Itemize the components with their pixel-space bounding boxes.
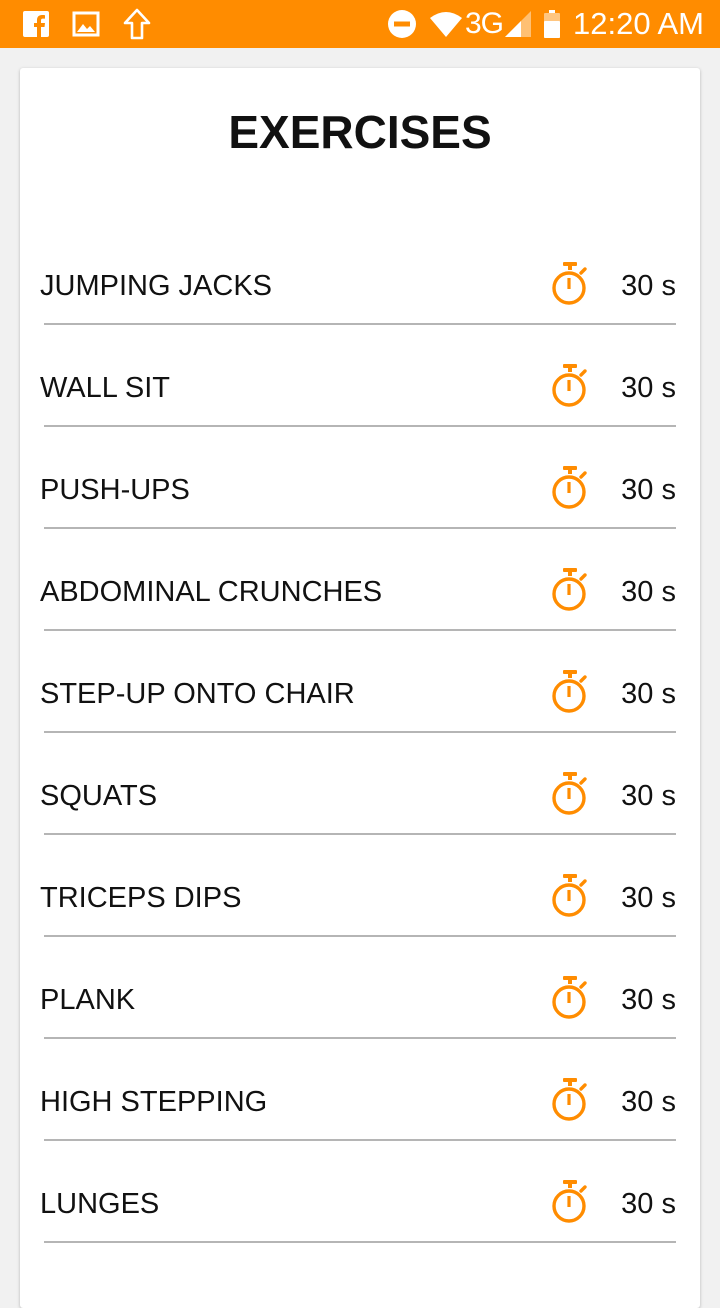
exercise-name: STEP-UP ONTO CHAIR [40,678,355,710]
stopwatch-icon [550,465,590,511]
stopwatch-icon [550,363,590,409]
exercise-row[interactable]: LUNGES 30 s [0,1152,720,1254]
row-divider [44,1139,676,1141]
signal-icon [503,9,533,39]
exercise-row[interactable]: HIGH STEPPING 30 s [0,1050,720,1152]
exercise-duration: 30 s [621,474,676,506]
stopwatch-icon [550,975,590,1021]
exercise-name: HIGH STEPPING [40,1086,268,1118]
stopwatch-icon [550,1077,590,1123]
exercise-duration: 30 s [621,270,676,302]
stopwatch-icon [550,1179,590,1225]
exercise-name: PUSH-UPS [40,474,190,506]
page-title: EXERCISES [228,106,492,158]
status-clock: 12:20 AM [573,6,704,41]
exercise-duration: 30 s [621,678,676,710]
exercise-row[interactable]: TRICEPS DIPS 30 s [0,846,720,948]
do-not-disturb-icon [387,9,417,39]
network-type: 3G [464,7,504,40]
exercise-name: WALL SIT [40,372,170,404]
exercise-row[interactable]: PLANK 30 s [0,948,720,1050]
exercise-row[interactable]: STEP-UP ONTO CHAIR 30 s [0,642,720,744]
exercise-row[interactable]: SQUATS 30 s [0,744,720,846]
exercise-row[interactable]: JUMPING JACKS 30 s [0,234,720,336]
exercise-duration: 30 s [621,882,676,914]
exercise-duration: 30 s [621,1188,676,1220]
exercise-name: LUNGES [40,1188,160,1220]
exercise-name: PLANK [40,984,136,1016]
exercise-duration: 30 s [621,780,676,812]
row-divider [44,935,676,937]
stopwatch-icon [550,261,590,307]
image-icon [72,11,100,37]
row-divider [44,323,676,325]
status-bar-notifications [0,7,152,41]
row-divider [44,1037,676,1039]
exercise-row[interactable]: ABDOMINAL CRUNCHES 30 s [0,540,720,642]
status-bar-system: 3G 12:20 AM [387,6,720,42]
row-divider [44,425,676,427]
stopwatch-icon [550,873,590,919]
exercise-row[interactable]: PUSH-UPS 30 s [0,438,720,540]
exercise-list: JUMPING JACKS 30 s WALL SIT 30 s PUSH-UP… [0,234,720,1254]
stopwatch-icon [550,669,590,715]
stopwatch-icon [550,567,590,613]
row-divider [44,731,676,733]
exercise-name: TRICEPS DIPS [40,882,242,914]
wifi-icon [429,10,463,38]
status-bar: 3G 12:20 AM [0,0,720,48]
battery-icon [543,9,561,39]
exercise-row[interactable]: WALL SIT 30 s [0,336,720,438]
exercise-name: SQUATS [40,780,158,812]
row-divider [44,527,676,529]
exercise-name: JUMPING JACKS [40,270,273,302]
row-divider [44,629,676,631]
exercise-duration: 30 s [621,576,676,608]
row-divider [44,1241,676,1243]
upload-arrow-icon [122,7,152,41]
row-divider [44,833,676,835]
exercise-duration: 30 s [621,984,676,1016]
exercise-duration: 30 s [621,372,676,404]
exercise-name: ABDOMINAL CRUNCHES [40,576,383,608]
facebook-icon [22,10,50,38]
exercise-duration: 30 s [621,1086,676,1118]
stopwatch-icon [550,771,590,817]
